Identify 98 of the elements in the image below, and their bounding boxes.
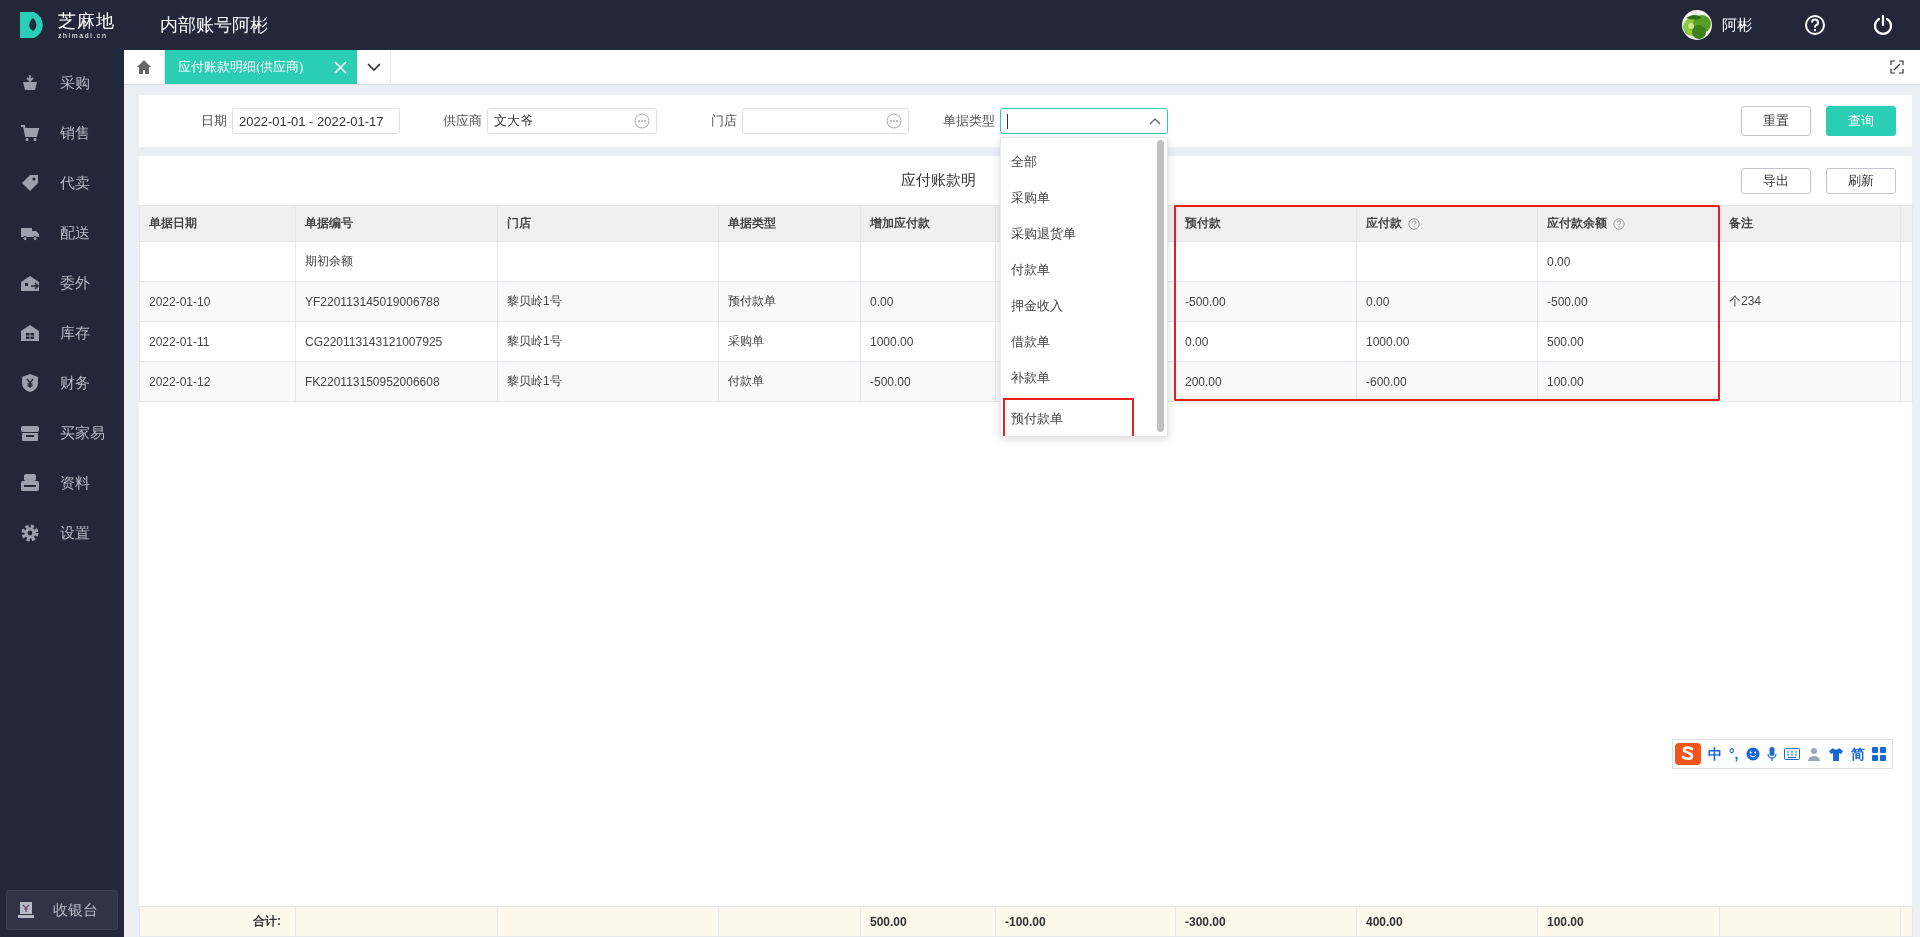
- scrollbar-thumb[interactable]: [1157, 140, 1164, 432]
- table-cell: 0.00: [1366, 294, 1390, 309]
- total-cell: -300.00: [1185, 914, 1226, 929]
- settings-icon: [20, 523, 40, 543]
- total-cell: 500.00: [870, 914, 907, 929]
- total-cell: 100.00: [1547, 914, 1584, 929]
- column-header: 增加应付款: [870, 215, 930, 232]
- export-button[interactable]: 导出: [1741, 167, 1811, 194]
- table-cell: 预付款单: [728, 294, 776, 308]
- table-cell: CG220113143121007925: [305, 334, 443, 349]
- table-cell: 1000.00: [870, 334, 914, 349]
- dropdown-option[interactable]: 付款单: [1003, 252, 1153, 288]
- table-cell: 100.00: [1547, 374, 1584, 389]
- building-icon: [20, 273, 40, 293]
- table-cell: YF220113145019006788: [305, 294, 440, 309]
- column-header: 备注: [1729, 215, 1753, 232]
- total-cell: 400.00: [1366, 914, 1403, 929]
- shield-icon: [20, 373, 40, 393]
- table-cell: 个234: [1729, 294, 1762, 308]
- ime-mode-label[interactable]: 中: [1708, 747, 1722, 761]
- sidebar-item[interactable]: 财务: [0, 358, 124, 408]
- table-cell: 2022-01-12: [149, 374, 211, 389]
- field-label: 供应商: [443, 112, 482, 130]
- column-header: 预付款: [1185, 215, 1221, 232]
- dropdown-option[interactable]: 采购退货单: [1003, 216, 1153, 252]
- table-cell: 黎贝岭1号: [507, 374, 562, 388]
- basket-icon: [20, 73, 40, 93]
- table-cell: 付款单: [728, 374, 764, 388]
- dropdown-option[interactable]: 预付款单: [1003, 398, 1134, 436]
- sidebar-item[interactable]: 销售: [0, 108, 124, 158]
- table-cell: 500.00: [1547, 334, 1584, 349]
- user-name[interactable]: 阿彬: [1722, 15, 1752, 35]
- sidebar-item[interactable]: 配送: [0, 208, 124, 258]
- account-title: 内部账号阿彬: [160, 14, 269, 37]
- home-icon[interactable]: [136, 59, 152, 75]
- dropdown-option[interactable]: 全部: [1003, 144, 1153, 180]
- chevron-down-icon[interactable]: [366, 62, 381, 72]
- dropdown-option[interactable]: 采购单: [1003, 180, 1153, 216]
- tag-icon: [20, 173, 40, 193]
- smiley-icon[interactable]: [1745, 747, 1760, 761]
- total-cell: -100.00: [1005, 914, 1046, 929]
- keyboard-icon[interactable]: [1783, 748, 1800, 760]
- warehouse-icon: [20, 323, 40, 343]
- select-field[interactable]: [1000, 108, 1168, 134]
- table-cell: 0.00: [870, 294, 894, 309]
- table-cell: 黎贝岭1号: [507, 334, 562, 348]
- table-cell: 2022-01-10: [149, 294, 211, 309]
- column-header: 应付款: [1366, 215, 1402, 232]
- microphone-icon[interactable]: [1766, 746, 1777, 762]
- total-label: 合计:: [253, 914, 281, 928]
- table-cell: -500.00: [1185, 294, 1226, 309]
- table-cell: 黎贝岭1号: [507, 294, 562, 308]
- ime-script-label[interactable]: 简: [1850, 747, 1865, 761]
- table-cell: 期初余额: [305, 254, 353, 268]
- power-icon[interactable]: [1872, 14, 1894, 36]
- refresh-button[interactable]: 刷新: [1826, 167, 1896, 194]
- field-label: 单据类型: [943, 112, 995, 130]
- sidebar-item[interactable]: 资料: [0, 458, 124, 508]
- printer-icon: [20, 473, 40, 493]
- column-header: 单据编号: [305, 215, 353, 232]
- table-cell: -500.00: [1547, 294, 1588, 309]
- reset-button[interactable]: 重置: [1741, 106, 1811, 136]
- sidebar-item[interactable]: 代卖: [0, 158, 124, 208]
- table-cell: FK220113150952006608: [305, 374, 440, 389]
- table-cell: -600.00: [1366, 374, 1407, 389]
- sidebar-item[interactable]: 设置: [0, 508, 124, 558]
- table-cell: 1000.00: [1366, 334, 1410, 349]
- column-header: 单据类型: [728, 215, 776, 232]
- sidebar-item[interactable]: 买家易: [0, 408, 124, 458]
- field-label: 门店: [711, 112, 737, 130]
- field-label: 日期: [201, 112, 227, 130]
- logo-text: 芝麻地: [58, 11, 115, 30]
- grid-icon[interactable]: [1871, 747, 1886, 761]
- table-cell: 2022-01-11: [149, 334, 210, 349]
- shop-icon: [20, 423, 40, 443]
- fullscreen-icon[interactable]: [1890, 60, 1904, 74]
- table-cell: 0.00: [1185, 334, 1209, 349]
- cashier-button[interactable]: 收银台: [6, 890, 118, 930]
- picker-field[interactable]: [742, 108, 909, 134]
- s-logo-icon[interactable]: [1675, 743, 1701, 765]
- column-header: 门店: [507, 215, 531, 232]
- sidebar-item[interactable]: 采购: [0, 58, 124, 108]
- column-header: 应付款余额: [1547, 215, 1607, 232]
- date-range-field[interactable]: 2022-01-01 - 2022-01-17: [232, 108, 400, 134]
- table-title: 应付账款明: [901, 171, 976, 190]
- table-cell: 200.00: [1185, 374, 1222, 389]
- shirt-icon[interactable]: [1827, 747, 1844, 761]
- sidebar-item[interactable]: 库存: [0, 308, 124, 358]
- sidebar-item[interactable]: 委外: [0, 258, 124, 308]
- punctuation-label[interactable]: °,: [1729, 747, 1739, 761]
- chevron-up-icon: [1149, 117, 1161, 125]
- table-cell: 采购单: [728, 334, 764, 348]
- cart-icon: [20, 123, 40, 143]
- column-header: 单据日期: [149, 215, 197, 232]
- table-cell: -500.00: [870, 374, 911, 389]
- table-cell: 0.00: [1547, 254, 1571, 269]
- register-icon: [17, 901, 35, 919]
- picker-field[interactable]: 文大爷: [487, 108, 657, 134]
